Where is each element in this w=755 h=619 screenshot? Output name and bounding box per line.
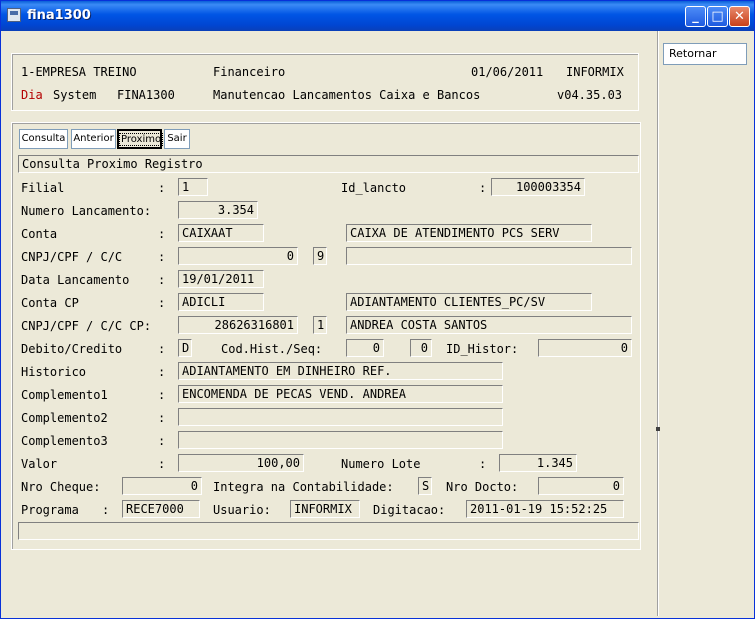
colon: : [479, 457, 487, 471]
colon: : [158, 411, 166, 425]
conta-label: Conta [21, 227, 58, 241]
cnpj-cp-name-field: ANDREA COSTA SANTOS [346, 316, 632, 334]
colon: : [479, 181, 487, 195]
colon: : [102, 503, 110, 517]
window-title: fina1300 [27, 8, 91, 23]
nro-cheque-field[interactable]: 0 [122, 477, 202, 495]
filial-label: Filial [21, 181, 65, 195]
historico-field[interactable]: ADIANTAMENTO EM DINHEIRO REF. [178, 362, 503, 380]
cod-hist-field[interactable]: 0 [346, 339, 384, 357]
colon: : [158, 250, 166, 264]
tab-anterior[interactable]: Anterior [71, 129, 116, 149]
cnpj-cp-dv-field[interactable]: 1 [313, 316, 327, 334]
tab-sair[interactable]: Sair [164, 129, 190, 149]
header-user: INFORMIX [566, 65, 624, 79]
id-lancto-label: Id_lancto [341, 181, 407, 195]
seq-field[interactable]: 0 [410, 339, 432, 357]
cnpj-dv-field[interactable]: 9 [313, 247, 327, 265]
valor-label: Valor [21, 457, 58, 471]
header-panel [11, 53, 639, 111]
program-code: FINA1300 [117, 88, 175, 102]
numero-lancamento-field[interactable]: 3.354 [178, 201, 258, 219]
conta-cp-label: Conta CP [21, 296, 79, 310]
nro-docto-field[interactable]: 0 [538, 477, 624, 495]
debito-credito-field[interactable]: D [178, 339, 192, 357]
nro-cheque-label: Nro Cheque: [21, 480, 101, 494]
id-histor-field[interactable]: 0 [538, 339, 632, 357]
filial-field[interactable]: 1 [178, 178, 208, 196]
cnpj-cp-label: CNPJ/CPF / C/C CP: [21, 319, 152, 333]
complemento3-field[interactable] [178, 431, 503, 449]
complemento1-label: Complemento1 [21, 388, 108, 402]
cnpj-cp-field[interactable]: 28626316801 [178, 316, 298, 334]
cnpj-name-field [346, 247, 632, 265]
valor-field[interactable]: 100,00 [178, 454, 304, 472]
numero-lote-label: Numero Lote [341, 457, 421, 471]
colon: : [158, 434, 166, 448]
side-divider [657, 31, 659, 616]
colon: : [158, 227, 166, 241]
colon: : [158, 273, 166, 287]
nro-docto-label: Nro Docto: [446, 480, 519, 494]
data-lancamento-label: Data Lancamento [21, 273, 130, 287]
cnpj-field[interactable]: 0 [178, 247, 298, 265]
cnpj-label: CNPJ/CPF / C/C [21, 250, 123, 264]
digitacao-field[interactable]: 2011-01-19 15:52:25 [466, 500, 624, 518]
digitacao-label: Digitacao: [373, 503, 446, 517]
retornar-button[interactable]: Retornar [663, 43, 747, 65]
colon: : [158, 296, 166, 310]
integra-label: Integra na Contabilidade: [213, 480, 394, 494]
complemento3-label: Complemento3 [21, 434, 108, 448]
tab-consulta[interactable]: Consulta [19, 129, 68, 149]
usuario-label: Usuario: [213, 503, 271, 517]
conta-cp-desc-field: ADIANTAMENTO CLIENTES_PC/SV [346, 293, 592, 311]
conta-desc-field: CAIXA DE ATENDIMENTO PCS SERV [346, 224, 592, 242]
dia-label: Dia [21, 88, 43, 102]
application-window: fina1300 _ □ ✕ Retornar 1-EMPRESA TREINO… [0, 0, 755, 619]
footer-field [18, 522, 639, 540]
id-lancto-field[interactable]: 100003354 [491, 178, 585, 196]
close-icon: ✕ [734, 9, 745, 24]
header-date: 01/06/2011 [471, 65, 544, 79]
maximize-button[interactable]: □ [707, 6, 728, 27]
usuario-field[interactable]: INFORMIX [290, 500, 360, 518]
colon: : [158, 181, 166, 195]
function-title: Manutencao Lancamentos Caixa e Bancos [213, 88, 481, 102]
minimize-icon: _ [692, 9, 699, 24]
status-message: Consulta Proximo Registro [18, 155, 639, 173]
minimize-button[interactable]: _ [685, 6, 706, 27]
module-name: Financeiro [213, 65, 286, 79]
debito-credito-label: Debito/Credito [21, 342, 123, 356]
complemento2-field[interactable] [178, 408, 503, 426]
app-icon[interactable] [7, 8, 21, 22]
version: v04.35.03 [557, 88, 623, 102]
id-histor-label: ID_Histor: [446, 342, 519, 356]
title-bar[interactable]: fina1300 _ □ ✕ [1, 1, 754, 31]
system-label: System [53, 88, 97, 102]
colon: : [158, 365, 166, 379]
maximize-icon: □ [711, 9, 724, 24]
colon: : [158, 342, 166, 356]
colon: : [158, 388, 166, 402]
data-lancamento-field[interactable]: 19/01/2011 [178, 270, 264, 288]
conta-cp-field[interactable]: ADICLI [178, 293, 264, 311]
historico-label: Historico [21, 365, 87, 379]
tab-proximo[interactable]: Proximo [117, 129, 164, 149]
company-name: 1-EMPRESA TREINO [21, 65, 137, 79]
integra-field[interactable]: S [418, 477, 432, 495]
programa-label: Programa [21, 503, 79, 517]
conta-field[interactable]: CAIXAAT [178, 224, 264, 242]
numero-lote-field[interactable]: 1.345 [499, 454, 577, 472]
complemento1-field[interactable]: ENCOMENDA DE PECAS VEND. ANDREA [178, 385, 503, 403]
client-area: Retornar 1-EMPRESA TREINO Financeiro 01/… [5, 31, 750, 616]
close-button[interactable]: ✕ [729, 6, 750, 27]
colon: : [158, 457, 166, 471]
numero-lancamento-label: Numero Lancamento: [21, 204, 152, 218]
complemento2-label: Complemento2 [21, 411, 108, 425]
programa-field[interactable]: RECE7000 [122, 500, 200, 518]
resize-marker [656, 427, 660, 431]
cod-hist-label: Cod.Hist./Seq: [221, 342, 323, 356]
